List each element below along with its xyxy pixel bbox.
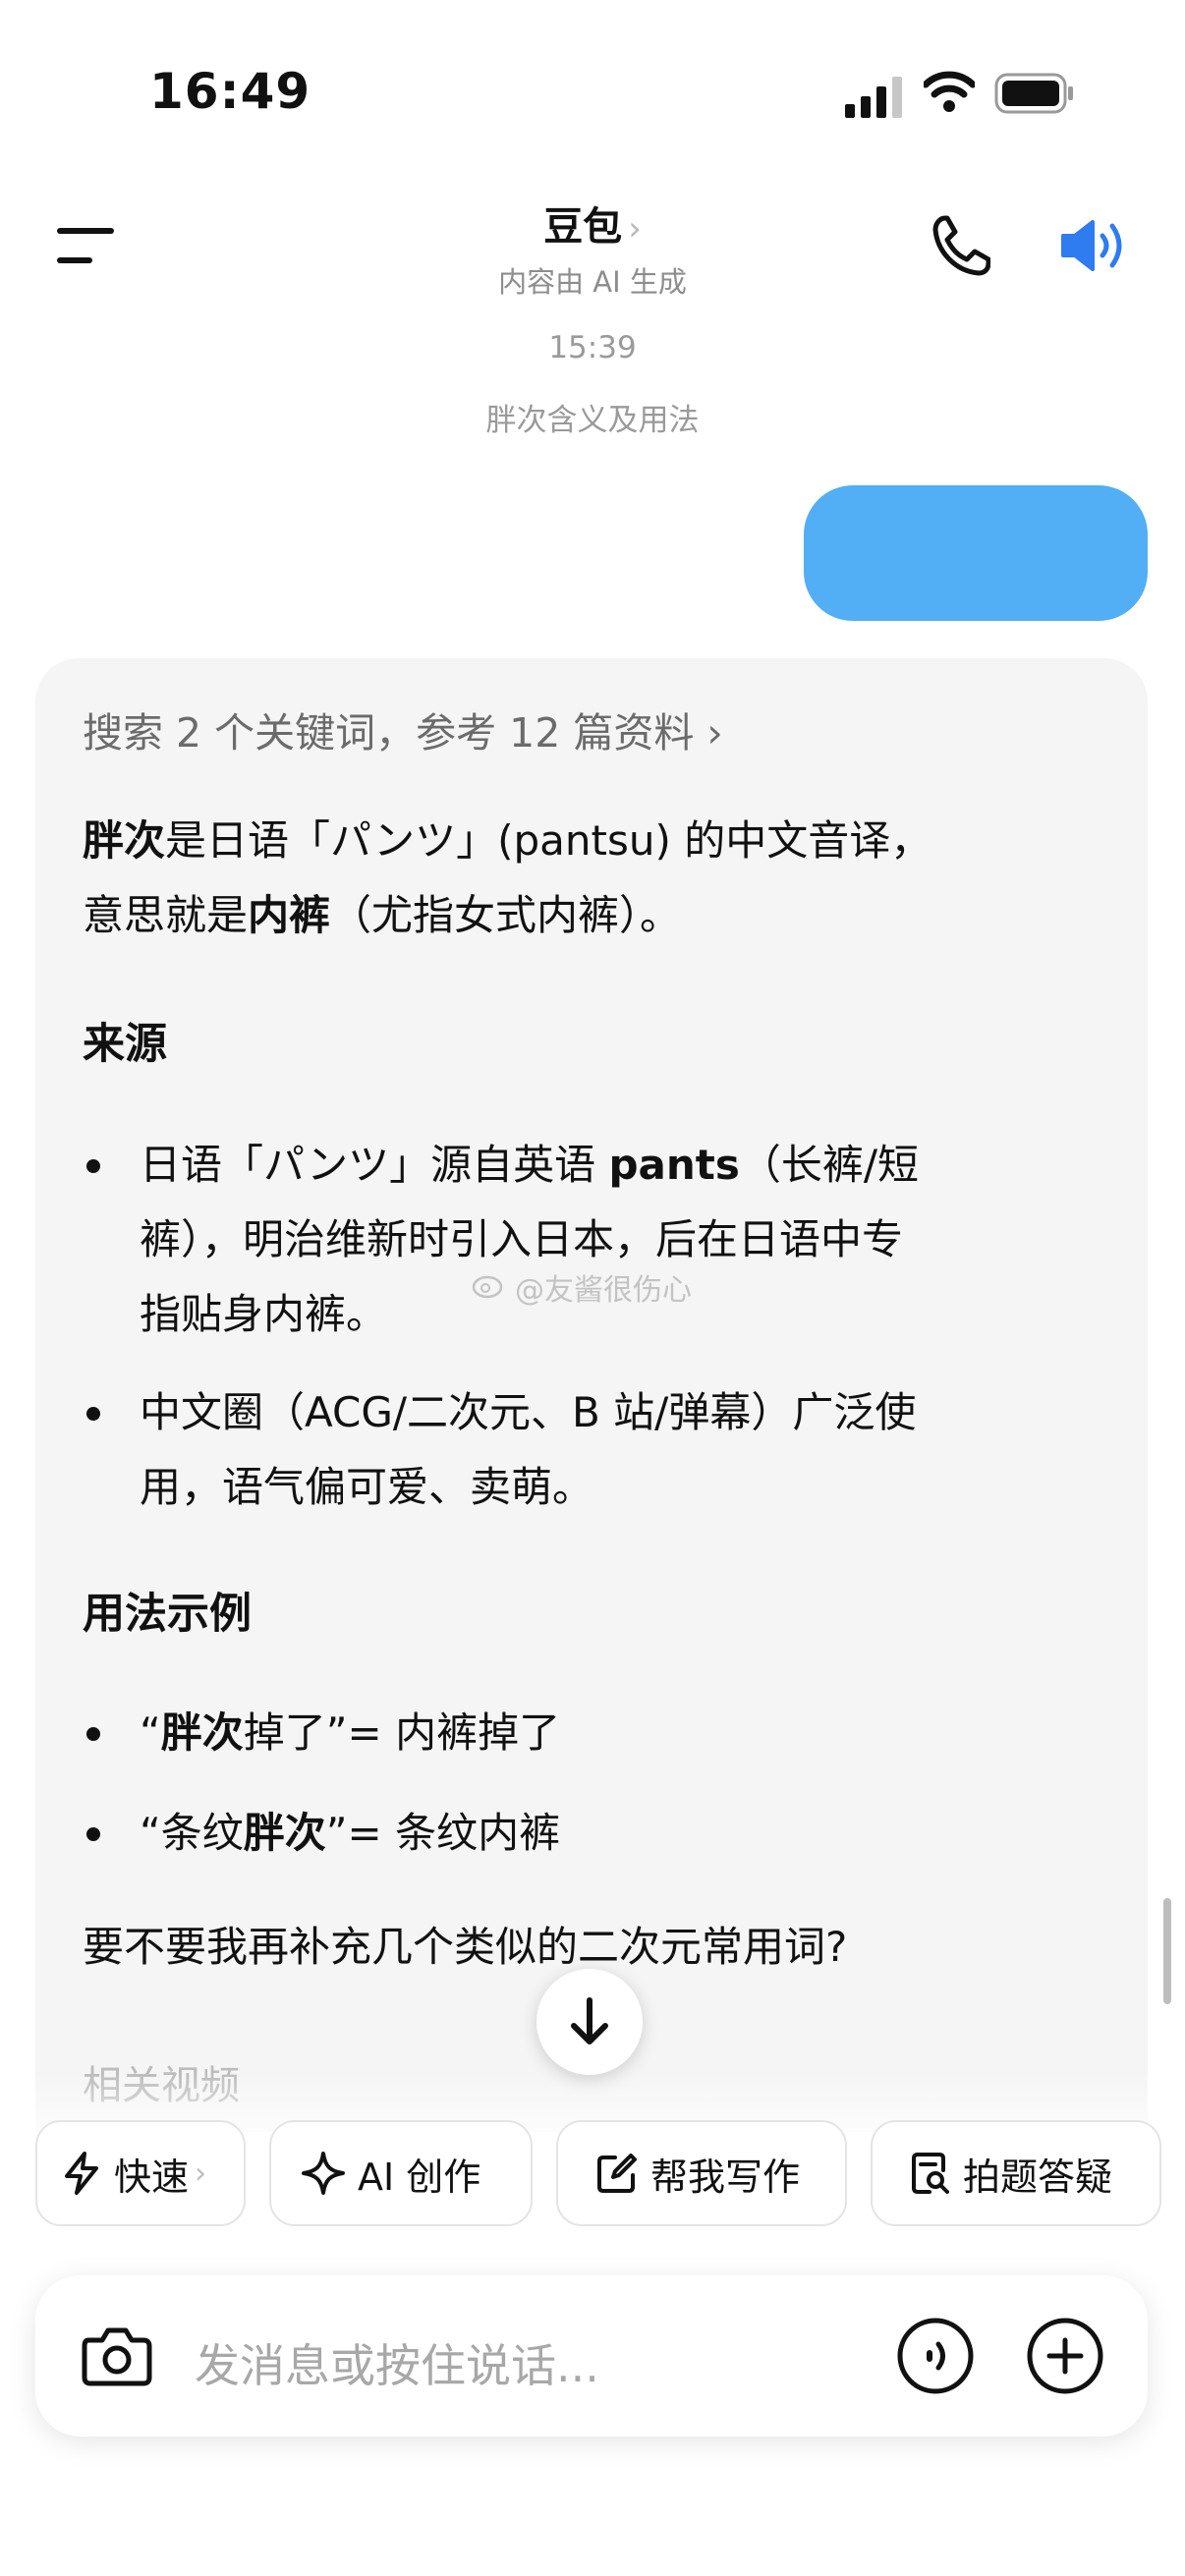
chip-label: 拍题答疑 [963, 2155, 1113, 2199]
bullet-dot [86, 1407, 100, 1421]
scrollbar-thumb[interactable] [1163, 1898, 1171, 2004]
usage-example-2: “条纹胖次”= 条纹内裤 [140, 1796, 1063, 1871]
conversation-topic: 胖次含义及用法 [485, 403, 700, 438]
intro-text: （尤指女式内裤）。 [330, 891, 682, 939]
chip-ai-create[interactable]: AI 创作 [269, 2120, 533, 2226]
camera-icon[interactable] [81, 2321, 153, 2387]
term-bold: 胖次 [160, 1708, 244, 1757]
search-reference-link[interactable]: 搜索 2 个关键词，参考 12 篇资料 › [83, 700, 723, 758]
lightning-icon [65, 2152, 98, 2195]
bullet-dot [86, 1159, 100, 1173]
scroll-to-bottom-button[interactable] [536, 1969, 643, 2075]
voice-call-icon[interactable] [896, 2317, 975, 2395]
bullet-dot [86, 1727, 100, 1741]
example-text: 掉了”= 内裤掉了 [243, 1708, 561, 1757]
bold-word: pants [608, 1141, 740, 1189]
bullet-line: 用，语气偏可爱、卖萌。 [140, 1463, 594, 1511]
chip-label: AI 创作 [358, 2155, 481, 2199]
chip-help-write[interactable]: 帮我写作 [556, 2120, 847, 2226]
edit-icon [597, 2154, 637, 2193]
user-message-bubble[interactable] [804, 485, 1148, 621]
reply-intro-line-2: 意思就是内裤（尤指女式内裤）。 [83, 878, 681, 953]
wifi-icon [924, 71, 975, 112]
chevron-right-icon: › [195, 2156, 207, 2191]
intro-text: 是日语「パンツ」(pantsu) 的中文音译， [165, 816, 932, 865]
term-bold: 胖次 [83, 816, 166, 865]
chip-label: 快速 [114, 2155, 190, 2199]
chevron-right-icon: › [628, 209, 642, 249]
section-heading-usage: 用法示例 [83, 1590, 252, 1639]
reply-intro-line-1: 胖次是日语「パンツ」(pantsu) 的中文音译， [83, 804, 931, 878]
cellular-signal-icon [845, 77, 902, 118]
status-time: 16:49 [149, 63, 311, 120]
add-icon[interactable] [1026, 2317, 1104, 2395]
bot-name: 豆包 [543, 204, 623, 250]
bullet-text: 日语「パンツ」源自英语 [140, 1141, 609, 1189]
speaker-icon[interactable] [1059, 216, 1130, 275]
watermark-text: @友酱很伤心 [515, 1273, 692, 1308]
message-input[interactable]: 发消息或按住说话... [195, 2330, 599, 2395]
example-text: ”= 条纹内裤 [325, 1809, 561, 1857]
arrow-down-icon [571, 1997, 608, 2044]
chip-label: 帮我写作 [650, 2155, 801, 2199]
bullet-line: 日语「パンツ」源自英语 pants（长裤/短 [140, 1128, 1063, 1203]
intro-text: 意思就是 [83, 891, 249, 939]
chip-fast-mode[interactable]: 快速 › [35, 2120, 246, 2226]
chip-photo-question[interactable]: 拍题答疑 [871, 2120, 1161, 2226]
phone-icon[interactable] [931, 214, 990, 277]
message-timestamp: 15:39 [548, 330, 637, 365]
term-bold: 胖次 [243, 1809, 326, 1857]
bullet-source-1: 日语「パンツ」源自英语 pants（长裤/短 裤），明治维新时引入日本，后在日语… [140, 1128, 1063, 1352]
bullet-source-2: 中文圈（ACG/二次元、B 站/弹幕）广泛使 用，语气偏可爱、卖萌。 [140, 1375, 1063, 1525]
battery-icon [994, 73, 1073, 114]
example-text: “ [140, 1708, 161, 1757]
sparkle-icon [302, 2152, 345, 2195]
chat-title[interactable]: 豆包 › [0, 195, 1185, 252]
example-text: “条纹 [140, 1809, 244, 1857]
section-heading-source: 来源 [83, 1020, 167, 1069]
weibo-logo-icon [472, 1275, 503, 1299]
meaning-bold: 内裤 [248, 891, 331, 939]
ai-generated-notice: 内容由 AI 生成 [498, 265, 687, 299]
usage-example-1: “胖次掉了”= 内裤掉了 [140, 1696, 1063, 1770]
follow-up-question: 要不要我再补充几个类似的二次元常用词? [83, 1923, 848, 1971]
bullet-line: 中文圈（ACG/二次元、B 站/弹幕）广泛使 [140, 1388, 917, 1436]
search-doc-icon [912, 2153, 949, 2194]
bullet-text: （长裤/短 [739, 1141, 919, 1189]
bullet-dot [86, 1827, 100, 1841]
